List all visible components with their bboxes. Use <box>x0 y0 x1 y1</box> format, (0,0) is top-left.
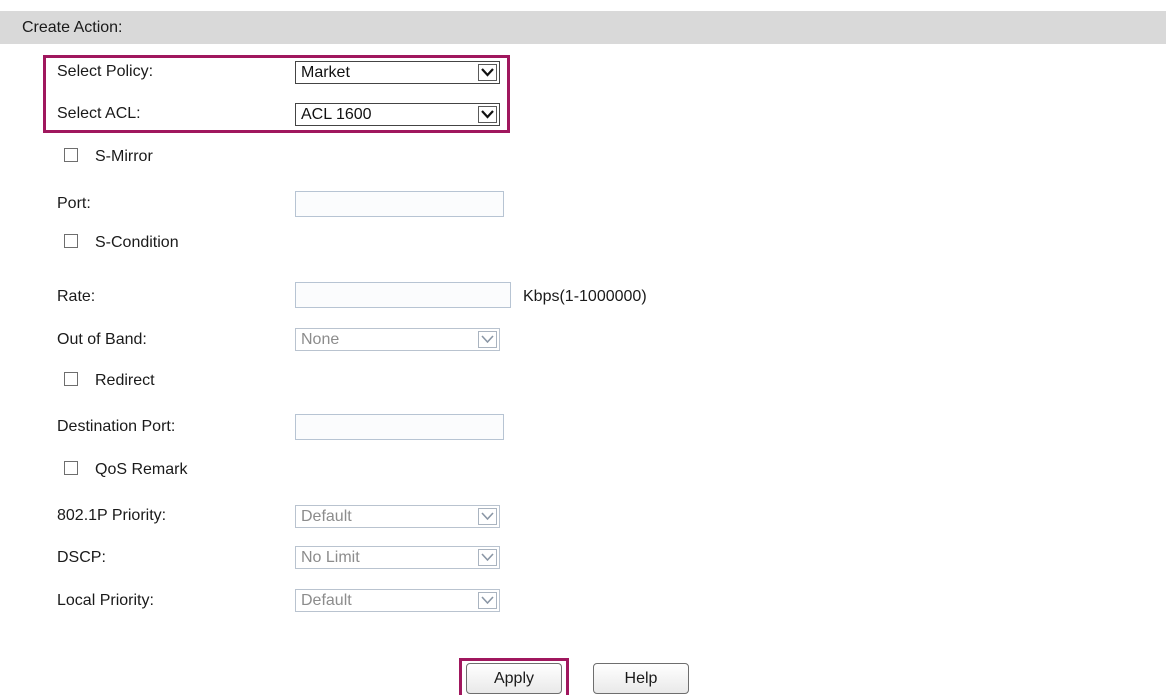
help-button[interactable]: Help <box>593 663 689 694</box>
qos-remark-checkbox[interactable] <box>64 461 78 475</box>
destination-port-label: Destination Port: <box>57 418 176 435</box>
select-acl-label: Select ACL: <box>57 105 141 122</box>
local-priority-label: Local Priority: <box>57 592 154 609</box>
dscp-dropdown[interactable]: No Limit <box>295 546 500 569</box>
priority-8021p-label: 802.1P Priority: <box>57 507 167 524</box>
chevron-down-icon[interactable] <box>478 106 497 123</box>
chevron-down-icon[interactable] <box>478 331 497 348</box>
port-input[interactable] <box>295 191 504 217</box>
rate-unit: Kbps(1-1000000) <box>523 288 647 305</box>
s-condition-label: S-Condition <box>95 234 179 251</box>
local-priority-dropdown[interactable]: Default <box>295 589 500 612</box>
s-mirror-checkbox[interactable] <box>64 148 78 162</box>
out-of-band-value: None <box>301 331 340 348</box>
local-priority-value: Default <box>301 592 352 609</box>
select-acl-dropdown[interactable]: ACL 1600 <box>295 103 500 126</box>
qos-remark-label: QoS Remark <box>95 461 188 478</box>
select-policy-value: Market <box>301 64 350 81</box>
redirect-checkbox[interactable] <box>64 372 78 386</box>
dscp-label: DSCP: <box>57 549 106 566</box>
apply-button[interactable]: Apply <box>466 663 562 694</box>
create-action-header: Create Action: <box>0 11 1166 44</box>
chevron-down-icon[interactable] <box>478 549 497 566</box>
out-of-band-dropdown[interactable]: None <box>295 328 500 351</box>
priority-8021p-value: Default <box>301 508 352 525</box>
select-acl-value: ACL 1600 <box>301 106 372 123</box>
select-policy-label: Select Policy: <box>57 63 154 80</box>
out-of-band-label: Out of Band: <box>57 331 147 348</box>
chevron-down-icon[interactable] <box>478 592 497 609</box>
port-label: Port: <box>57 195 91 212</box>
rate-label: Rate: <box>57 288 96 305</box>
section-title: Create Action: <box>22 19 123 36</box>
chevron-down-icon[interactable] <box>478 508 497 525</box>
s-mirror-label: S-Mirror <box>95 148 153 165</box>
select-policy-dropdown[interactable]: Market <box>295 61 500 84</box>
rate-input[interactable] <box>295 282 511 308</box>
priority-8021p-dropdown[interactable]: Default <box>295 505 500 528</box>
destination-port-input[interactable] <box>295 414 504 440</box>
s-condition-checkbox[interactable] <box>64 234 78 248</box>
chevron-down-icon[interactable] <box>478 64 497 81</box>
redirect-label: Redirect <box>95 372 155 389</box>
dscp-value: No Limit <box>301 549 360 566</box>
